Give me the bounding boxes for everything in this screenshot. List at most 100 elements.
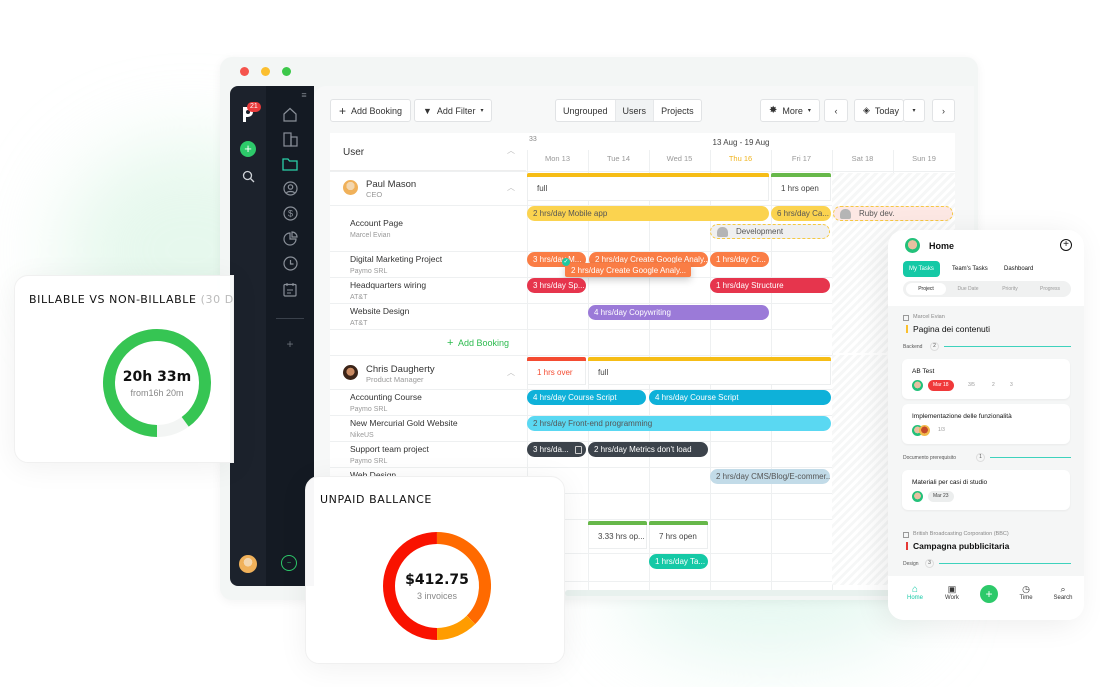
mobile-avatar[interactable]: [905, 238, 920, 253]
close-window-button[interactable]: [240, 67, 249, 76]
project-row[interactable]: Accounting Course Paymo SRL: [350, 392, 422, 413]
tab-my-tasks[interactable]: My Tasks: [903, 261, 940, 277]
task-card[interactable]: Materiali per casi di studio Mar 23: [902, 470, 1070, 510]
task-card[interactable]: AB Test Mar 18 3/5 2 3: [902, 359, 1070, 399]
nav-home[interactable]: ⌂ Home: [900, 584, 930, 601]
today-dropdown-button[interactable]: ▾: [903, 99, 925, 122]
booking-bar[interactable]: 1 hrs/day Cr...: [710, 252, 769, 267]
booking-bar[interactable]: 2 hrs/day Front-end programming: [527, 416, 831, 431]
tab-dashboard[interactable]: Dashboard: [1004, 261, 1033, 277]
booking-bar[interactable]: 6 hrs/day Ca...: [771, 206, 831, 221]
add-more-icon[interactable]: +: [280, 336, 300, 352]
tab-teams-tasks[interactable]: Team's Tasks: [952, 261, 988, 277]
day-header[interactable]: Sun 19: [893, 154, 955, 163]
pie-chart-icon[interactable]: [280, 228, 300, 248]
grid-row-line: [330, 171, 955, 172]
home-icon[interactable]: [280, 104, 300, 124]
window-controls: [240, 67, 291, 76]
task-card[interactable]: Implementazione delle funzionalità 1/3: [902, 404, 1070, 444]
user-avatar-chris-daugherty: [343, 365, 358, 380]
chevron-down-icon: ▾: [807, 108, 811, 114]
mobile-app: Home + My Tasks Team's Tasks Dashboard P…: [888, 230, 1084, 620]
booking-bar[interactable]: Ruby dev.: [833, 206, 953, 221]
grouping-projects[interactable]: Projects: [654, 100, 701, 121]
project-row[interactable]: Website Design AT&T: [350, 306, 409, 327]
next-week-button[interactable]: ›: [932, 99, 955, 122]
add-icon[interactable]: +: [240, 141, 256, 157]
capacity-label: 1 hrs over: [527, 361, 586, 385]
timer-icon[interactable]: ~: [281, 555, 297, 571]
minimize-window-button[interactable]: [261, 67, 270, 76]
day-header[interactable]: Sat 18: [832, 154, 893, 163]
capacity-label: 7 hrs open: [649, 525, 708, 549]
add-filter-button[interactable]: ▼ Add Filter ▾: [414, 99, 493, 122]
user-circle-icon[interactable]: [280, 178, 300, 198]
user-avatar[interactable]: [239, 555, 257, 573]
booking-label: 1 hrs/day Cr...: [716, 255, 766, 264]
user-role: Product Manager: [366, 375, 424, 384]
day-header[interactable]: Fri 17: [771, 154, 832, 163]
dollar-icon[interactable]: $: [280, 203, 300, 223]
group-project[interactable]: Pagina dei contenuti: [913, 324, 990, 334]
booking-bar[interactable]: 4 hrs/day Course Script: [527, 390, 646, 405]
calendar-icon[interactable]: [280, 279, 300, 299]
chevron-up-icon[interactable]: ︿: [507, 145, 515, 156]
more-button[interactable]: ✸ More ▾: [760, 99, 820, 122]
today-button[interactable]: ◈ Today: [854, 99, 904, 122]
user-name[interactable]: Paul Mason: [366, 179, 416, 190]
clock-icon: ◷: [1022, 584, 1030, 594]
collapse-user-icon[interactable]: ︿: [507, 182, 515, 193]
nav-add-button[interactable]: +: [980, 585, 998, 603]
booking-bar[interactable]: 2 hrs/day Mobile app: [527, 206, 769, 221]
booking-bar[interactable]: 4 hrs/day Copywriting: [588, 305, 769, 320]
booking-bar[interactable]: 1 hrs/day Structure: [710, 278, 830, 293]
menu-expand-icon[interactable]: ≡: [298, 90, 310, 100]
project-row[interactable]: Support team project Paymo SRL: [350, 444, 429, 465]
sort-due-date[interactable]: Due Date: [948, 283, 988, 295]
previous-week-button[interactable]: ‹: [824, 99, 848, 122]
maximize-window-button[interactable]: [282, 67, 291, 76]
booking-bar[interactable]: 3 hrs/day Sp...: [527, 278, 586, 293]
billable-card: BILLABLE VS NON-BILLABLE (30 D 20h 33m f…: [14, 275, 234, 463]
search-icon[interactable]: [240, 168, 256, 184]
day-header[interactable]: Thu 16: [710, 154, 771, 163]
day-header[interactable]: Mon 13: [527, 154, 588, 163]
day-header[interactable]: Wed 15: [649, 154, 710, 163]
project-row[interactable]: Digital Marketing Project Paymo SRL: [350, 254, 442, 275]
booking-bar[interactable]: 2 hrs/day CMS/Blog/E-commer...: [710, 469, 830, 484]
note-icon: [574, 445, 582, 454]
user-column-header[interactable]: User ︿: [330, 133, 526, 171]
mobile-add-icon[interactable]: +: [1060, 239, 1072, 251]
grouping-users[interactable]: Users: [615, 100, 655, 121]
booking-bar[interactable]: 4 hrs/day Course Script: [649, 390, 831, 405]
add-booking-link[interactable]: + Add Booking: [447, 337, 509, 349]
sort-progress[interactable]: Progress: [1030, 283, 1070, 295]
project-row[interactable]: New Mercurial Gold Website NikeUS: [350, 418, 458, 439]
booking-bar[interactable]: 1 hrs/day Ta...: [649, 554, 708, 569]
notification-badge: 21: [247, 102, 261, 112]
add-booking-button[interactable]: + Add Booking: [330, 99, 412, 122]
nav-time[interactable]: ◷ Time: [1011, 584, 1041, 601]
group-project[interactable]: Campagna pubblicitaria: [913, 541, 1009, 551]
sort-priority[interactable]: Priority: [990, 283, 1030, 295]
collapse-user-icon[interactable]: ︿: [507, 367, 515, 378]
booking-bar[interactable]: 3 hrs/da...: [527, 442, 586, 457]
folder-icon[interactable]: [280, 154, 300, 174]
collapse-divider[interactable]: [276, 318, 304, 324]
booking-bar[interactable]: Development: [710, 224, 830, 239]
nav-search[interactable]: ⌕ Search: [1048, 584, 1078, 601]
booking-bar[interactable]: 2 hrs/day Create Google Analy...: [565, 263, 691, 277]
briefcase-icon: ▣: [947, 584, 957, 594]
svg-text:$: $: [287, 208, 292, 218]
capacity-label: 3.33 hrs op...: [588, 525, 647, 549]
day-header[interactable]: Tue 14: [588, 154, 649, 163]
booking-bar[interactable]: 2 hrs/day Metrics don't load: [588, 442, 708, 457]
building-icon[interactable]: [280, 129, 300, 149]
project-row[interactable]: Account Page Marcel Evian: [350, 218, 403, 239]
user-name[interactable]: Chris Daugherty: [366, 364, 435, 375]
sort-project[interactable]: Project: [906, 283, 946, 295]
project-row[interactable]: Headquarters wiring AT&T: [350, 280, 426, 301]
nav-work[interactable]: ▣ Work: [937, 584, 967, 601]
grouping-ungrouped[interactable]: Ungrouped: [556, 100, 616, 121]
clock-icon[interactable]: [280, 253, 300, 273]
